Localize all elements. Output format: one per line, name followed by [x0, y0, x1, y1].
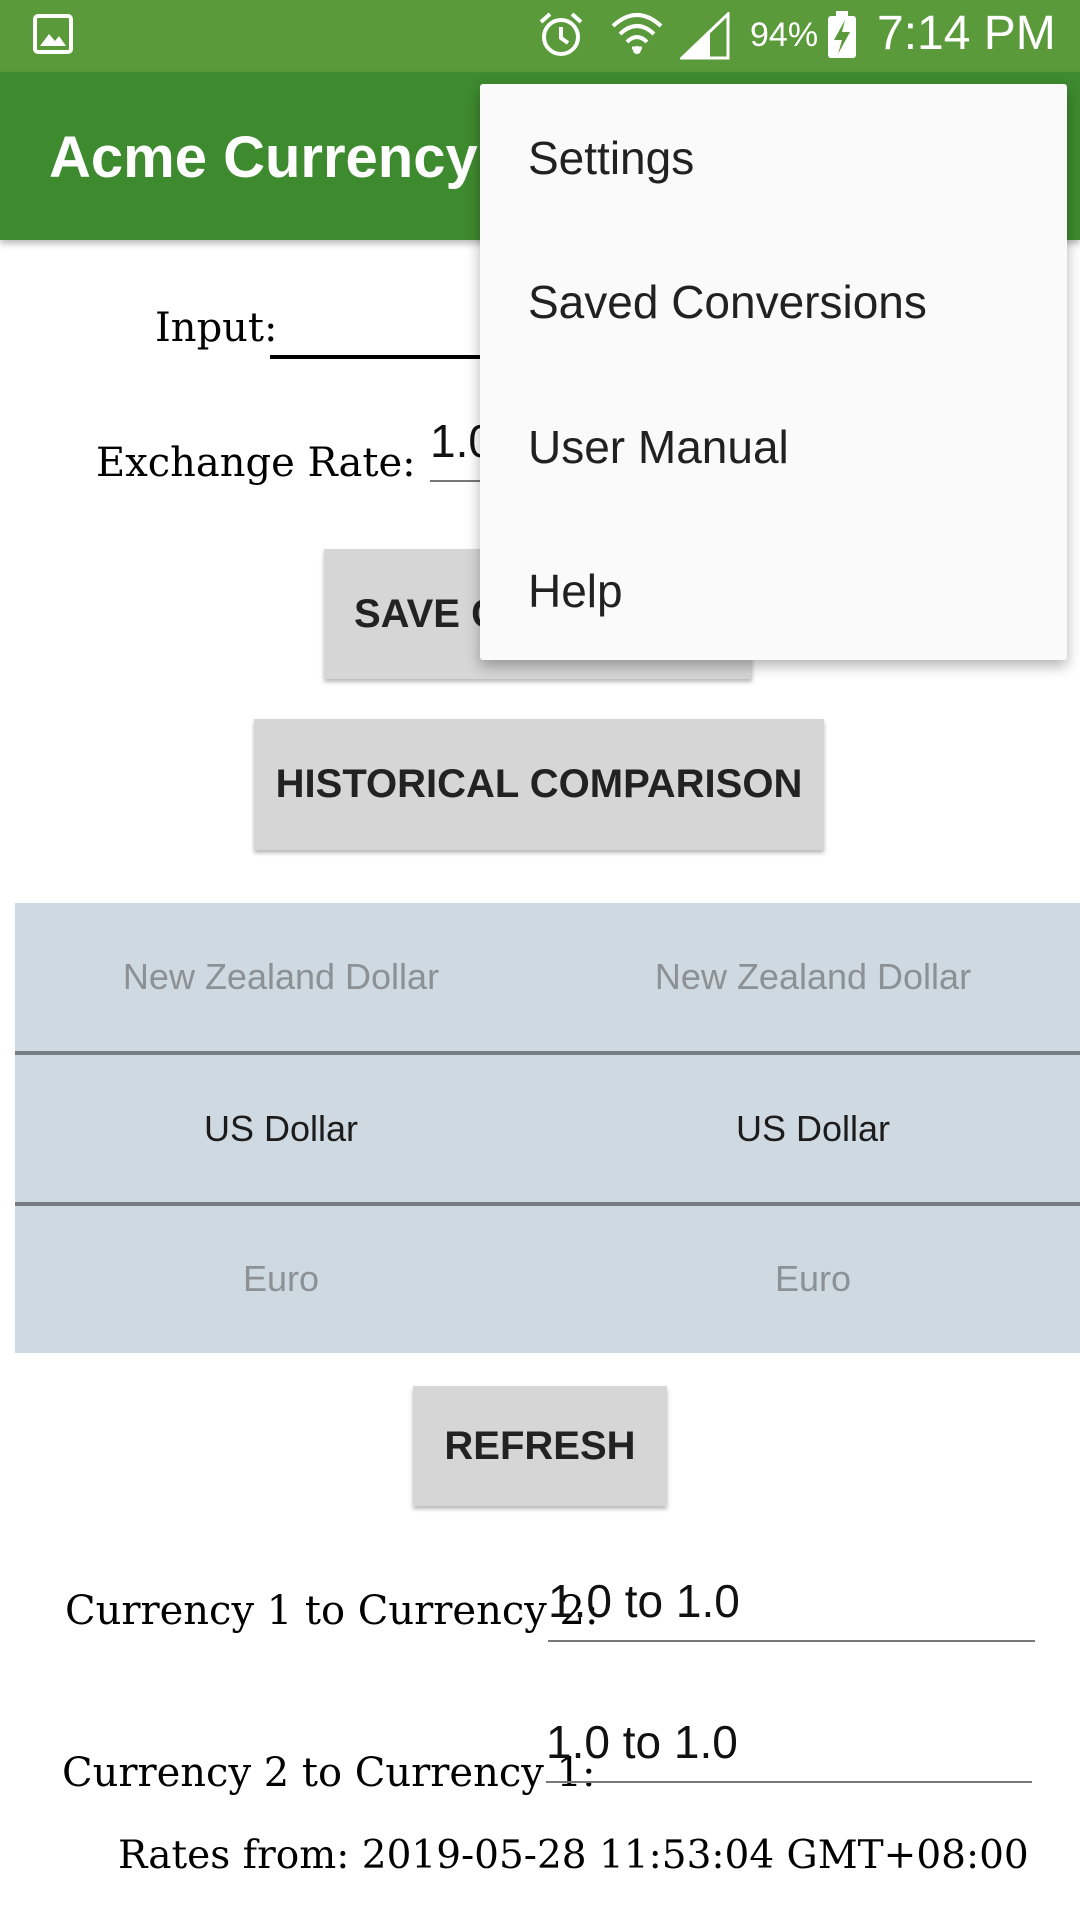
currency-1-selected[interactable]: US Dollar: [15, 1055, 547, 1203]
battery-charging-icon: [825, 10, 859, 65]
historical-button-label: HISTORICAL COMPARISON: [275, 762, 803, 806]
input-field[interactable]: [270, 300, 500, 359]
currency-2-option[interactable]: Euro: [547, 1205, 1079, 1353]
overflow-menu: Settings Saved Conversions User Manual H…: [480, 84, 1067, 660]
clock: 7:14 PM: [877, 7, 1056, 60]
signal-icon: [678, 10, 730, 65]
currency-1-to-2-field: 1.0 to 1.0: [548, 1574, 1035, 1642]
currency-1-option[interactable]: New Zealand Dollar: [15, 903, 547, 1051]
currency-picker[interactable]: New Zealand Dollar New Zealand Dollar US…: [15, 903, 1080, 1353]
currency-2-to-1-label: Currency 2 to Currency 1:: [62, 1750, 596, 1796]
currency-1-to-2-value: 1.0 to 1.0: [548, 1575, 740, 1627]
currency-2-to-1-value: 1.0 to 1.0: [546, 1716, 738, 1768]
currency-2-selected[interactable]: US Dollar: [547, 1055, 1079, 1203]
rates-timestamp: Rates from: 2019-05-28 11:53:04 GMT+08:0…: [118, 1833, 1029, 1878]
refresh-button[interactable]: REFRESH: [413, 1386, 667, 1506]
currency-1-option[interactable]: Euro: [15, 1205, 547, 1353]
refresh-button-label: REFRESH: [444, 1423, 636, 1468]
gallery-icon: [33, 14, 73, 59]
menu-item-settings[interactable]: Settings: [528, 131, 694, 185]
currency-1-to-2-label: Currency 1 to Currency 2:: [65, 1588, 599, 1634]
menu-item-user-manual[interactable]: User Manual: [528, 420, 789, 474]
alarm-icon: [537, 10, 585, 65]
menu-item-saved-conversions[interactable]: Saved Conversions: [528, 275, 927, 329]
picker-row-selected[interactable]: US Dollar US Dollar: [15, 1055, 1080, 1203]
input-label: Input:: [155, 305, 278, 351]
app-title: Acme Currency C: [49, 125, 536, 190]
picker-row[interactable]: Euro Euro: [15, 1205, 1080, 1353]
wifi-icon: [610, 8, 664, 65]
battery-percent: 94%: [750, 16, 819, 54]
status-bar: 94% 7:14 PM: [0, 0, 1080, 72]
picker-row[interactable]: New Zealand Dollar New Zealand Dollar: [15, 903, 1080, 1051]
currency-2-option[interactable]: New Zealand Dollar: [547, 903, 1079, 1051]
menu-item-help[interactable]: Help: [528, 564, 623, 618]
exchange-rate-label: Exchange Rate:: [96, 440, 416, 486]
currency-2-to-1-field: 1.0 to 1.0: [546, 1715, 1032, 1783]
save-button-label: SAVE C: [354, 591, 500, 636]
historical-comparison-button[interactable]: HISTORICAL COMPARISON: [254, 719, 824, 850]
